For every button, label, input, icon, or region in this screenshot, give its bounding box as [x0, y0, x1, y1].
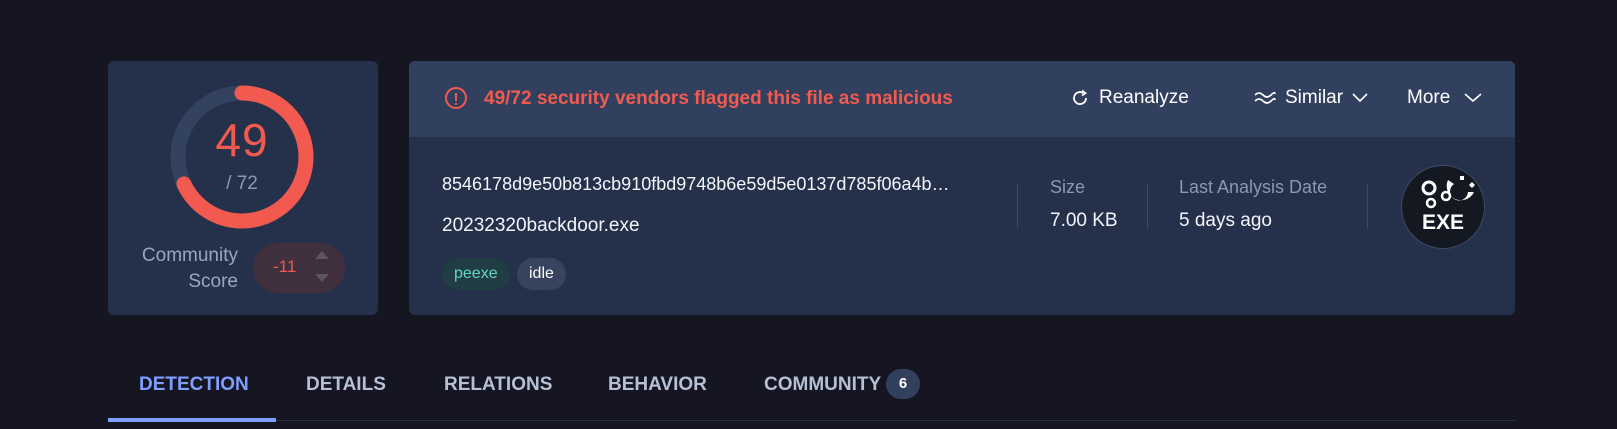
community-score-label: Community Score: [128, 243, 238, 295]
tab-details[interactable]: DETAILS: [306, 374, 386, 396]
divider: [1147, 184, 1148, 228]
tab-relations[interactable]: RELATIONS: [444, 374, 552, 396]
detection-alert-bar: 49/72 security vendors flagged this file…: [409, 61, 1515, 137]
file-hash[interactable]: 8546178d9e50b813cb910fbd9748b6e59d5e0137…: [442, 174, 987, 195]
detection-total: / 72: [226, 173, 258, 194]
similar-dropdown[interactable]: Similar: [1254, 87, 1377, 109]
detection-score-card: 49 / 72 Community Score -11: [108, 61, 378, 315]
active-tab-indicator: [108, 418, 276, 422]
reanalyze-button[interactable]: Reanalyze: [1070, 87, 1189, 109]
community-label-line2: Score: [188, 271, 238, 292]
report-tabs: DETECTION DETAILS RELATIONS BEHAVIOR COM…: [108, 356, 1515, 422]
upvote-arrow-icon[interactable]: [315, 251, 329, 259]
divider: [1367, 184, 1368, 228]
file-type-label: EXE: [1421, 211, 1465, 234]
reanalyze-label: Reanalyze: [1099, 87, 1189, 108]
more-label: More: [1407, 87, 1451, 108]
more-dropdown[interactable]: More: [1407, 87, 1491, 109]
file-info-card: 49/72 security vendors flagged this file…: [409, 61, 1515, 315]
tab-community[interactable]: COMMUNITY: [764, 374, 881, 396]
file-name: 20232320backdoor.exe: [442, 215, 640, 236]
downvote-arrow-icon[interactable]: [315, 274, 329, 282]
community-count-badge: 6: [886, 369, 920, 399]
tabs-divider: [108, 420, 1515, 421]
last-analysis-value: 5 days ago: [1179, 210, 1272, 231]
similar-waves-icon: [1254, 91, 1276, 104]
file-type-badge: EXE: [1401, 165, 1485, 249]
last-analysis-label: Last Analysis Date: [1179, 177, 1328, 197]
chevron-down-icon: [1464, 93, 1482, 103]
community-label-line1: Community: [141, 245, 238, 266]
detection-count: 49: [215, 114, 269, 166]
chevron-down-icon: [1352, 93, 1368, 103]
tag-idle[interactable]: idle: [517, 258, 566, 290]
alert-circle-icon: [445, 87, 467, 109]
gears-icon: [1421, 176, 1475, 209]
community-score-widget: -11: [253, 243, 345, 293]
tab-behavior[interactable]: BEHAVIOR: [608, 374, 707, 396]
detection-gauge: 49 / 72: [166, 81, 318, 233]
detection-alert-text: 49/72 security vendors flagged this file…: [484, 88, 953, 109]
similar-label: Similar: [1285, 87, 1344, 108]
tag-peexe[interactable]: peexe: [442, 258, 510, 290]
size-label: Size: [1050, 177, 1086, 197]
divider: [1017, 184, 1018, 228]
size-value: 7.00 KB: [1050, 210, 1118, 231]
tab-detection[interactable]: DETECTION: [139, 374, 249, 396]
community-score-value: -11: [273, 257, 297, 276]
refresh-icon: [1073, 89, 1088, 105]
